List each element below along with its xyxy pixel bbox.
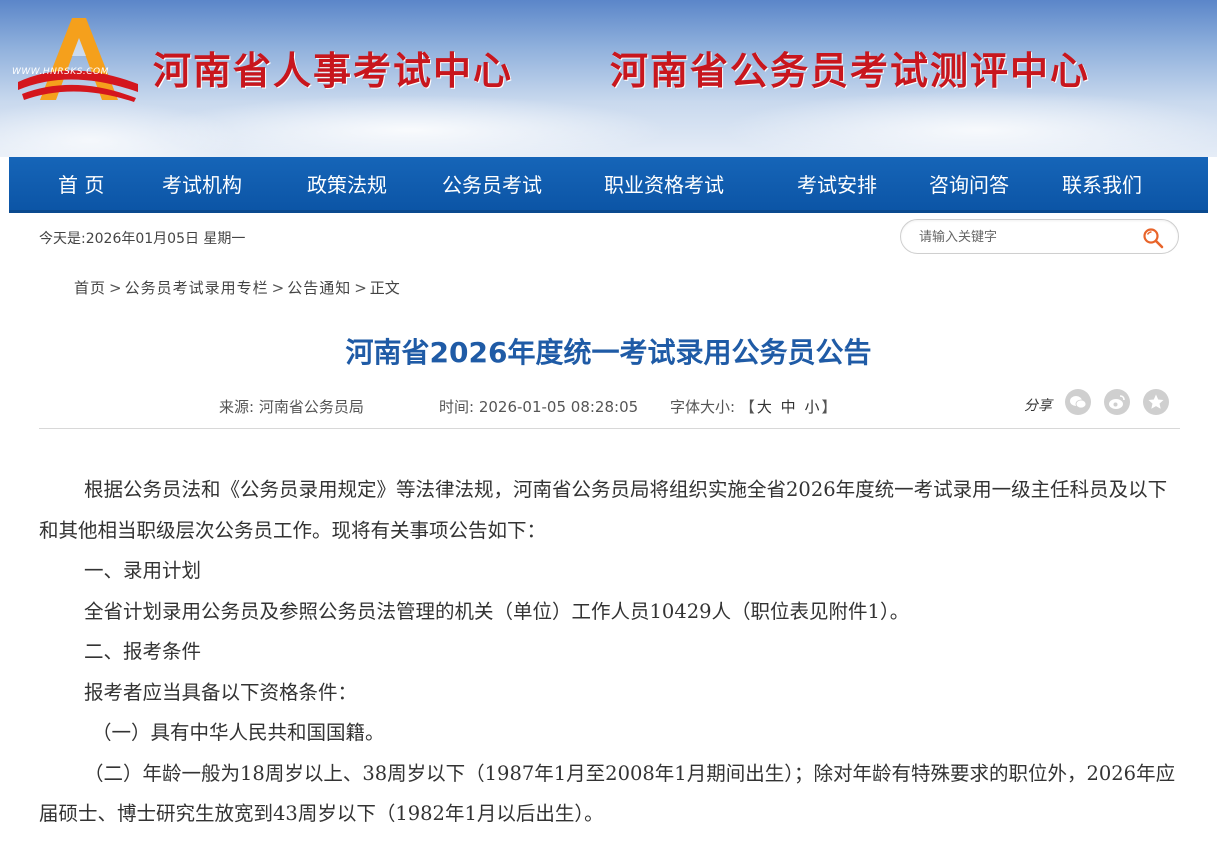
article-paragraph: （二）年龄一般为18周岁以上、38周岁以下（1987年1月至2008年1月期间出… <box>39 761 1176 826</box>
site-title-right: 河南省公务员考试测评中心 <box>610 49 1091 93</box>
nav-item-qualification-exam[interactable]: 职业资格考试 <box>604 157 724 213</box>
nav-item-policies[interactable]: 政策法规 <box>307 157 387 213</box>
search-box <box>900 219 1179 254</box>
font-size-medium-button[interactable]: 中 <box>781 398 796 416</box>
search-input[interactable] <box>919 227 1129 247</box>
banner-cloud <box>150 95 670 157</box>
banner-cloud <box>720 90 1217 157</box>
section-heading: 二、报考条件 <box>84 640 202 663</box>
main-nav: 首 页 考试机构 政策法规 公务员考试 职业资格考试 考试安排 咨询问答 联系我… <box>9 157 1208 213</box>
weibo-share-button[interactable] <box>1104 389 1130 415</box>
breadcrumb-civil-service-column[interactable]: 公务员考试录用专栏 <box>125 279 269 297</box>
weibo-icon <box>1109 395 1125 409</box>
wechat-icon <box>1070 396 1087 409</box>
breadcrumb-current: 正文 <box>369 279 400 297</box>
source-label: 来源: <box>219 398 255 416</box>
article-title: 河南省2026年度统一考试录用公务员公告 <box>345 336 872 369</box>
article-body: 根据公务员法和《公务员录用规定》等法律法规，河南省公务员局将组织实施全省2026… <box>39 470 1180 835</box>
breadcrumb-separator: > <box>271 279 285 297</box>
nav-item-faq[interactable]: 咨询问答 <box>929 157 1009 213</box>
article-time: 时间: 2026-01-05 08:28:05 <box>439 396 638 417</box>
section-heading: 一、录用计划 <box>84 559 202 582</box>
font-size-label: 字体大小: <box>670 398 736 416</box>
site-title-left: 河南省人事考试中心 <box>153 49 514 93</box>
breadcrumb-separator: > <box>354 279 367 297</box>
site-logo-icon[interactable] <box>10 12 140 104</box>
header-banner: WWW.HNRSKS.COM 河南省人事考试中心 河南省公务员考试测评中心 <box>0 0 1217 157</box>
favorite-share-button[interactable] <box>1143 389 1169 415</box>
source-value: 河南省公务员局 <box>258 398 364 416</box>
logo-url-text: WWW.HNRSKS.COM <box>12 67 109 77</box>
favorite-icon <box>1148 394 1164 409</box>
time-label: 时间: <box>439 398 475 416</box>
article-paragraph: 根据公务员法和《公务员录用规定》等法律法规，河南省公务员局将组织实施全省2026… <box>39 478 1168 542</box>
time-value: 2026-01-05 08:28:05 <box>478 398 639 416</box>
article-paragraph: 全省计划录用公务员及参照公务员法管理的机关（单位）工作人员10429人（职位表见… <box>84 599 910 623</box>
nav-item-civil-service-exam[interactable]: 公务员考试 <box>442 157 542 213</box>
breadcrumb-separator: > <box>109 279 122 297</box>
font-size-bracket-close: 】 <box>821 398 837 416</box>
breadcrumb: 首页 > 公务员考试录用专栏 > 公告通知 > 正文 <box>74 277 400 298</box>
share-label: 分享 <box>1024 398 1052 414</box>
search-icon[interactable] <box>1141 226 1165 250</box>
nav-item-contact[interactable]: 联系我们 <box>1062 157 1142 213</box>
font-size-large-button[interactable]: 大 <box>757 398 772 416</box>
font-size-control: 字体大小: 【大 中 小】 <box>670 396 836 417</box>
font-size-small-button[interactable]: 小 <box>804 398 819 416</box>
article-paragraph: 报考者应当具备以下资格条件： <box>84 680 358 704</box>
today-date: 今天是:2026年01月05日 星期一 <box>39 231 246 247</box>
nav-item-exam-schedule[interactable]: 考试安排 <box>797 157 877 213</box>
breadcrumb-home[interactable]: 首页 <box>74 279 106 297</box>
wechat-share-button[interactable] <box>1065 389 1091 415</box>
nav-item-exam-institutions[interactable]: 考试机构 <box>162 157 242 213</box>
breadcrumb-announcements[interactable]: 公告通知 <box>287 279 351 297</box>
font-size-bracket-open: 【 <box>739 398 755 416</box>
article-paragraph: （一）具有中华人民共和国国籍。 <box>92 721 385 744</box>
article-source: 来源: 河南省公务员局 <box>219 396 364 417</box>
nav-item-home[interactable]: 首 页 <box>58 157 104 213</box>
meta-divider <box>39 428 1180 429</box>
